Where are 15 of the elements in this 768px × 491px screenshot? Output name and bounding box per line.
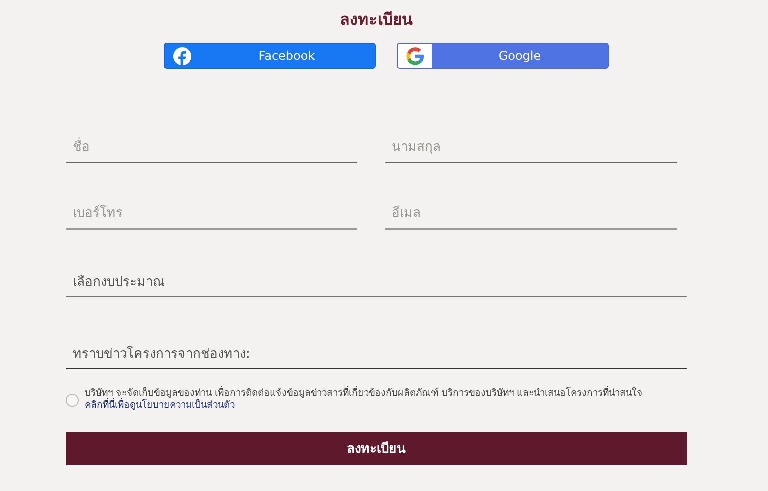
google-button[interactable]: Google [397,43,609,69]
input-field[interactable]: ชื่อ [66,132,357,163]
register-button[interactable]: ลงทะเบียน [66,432,687,465]
form-title: ลงทะเบียน [340,9,413,31]
facebook-icon [172,46,192,66]
privacy-link[interactable]: คลิกที่นี่เพื่อดูนโยบายความเป็นส่วนตัว [85,400,235,411]
input-field[interactable]: เบอร์โทร [66,199,357,230]
facebook-button[interactable]: Facebook [164,43,376,69]
checkbox[interactable] [66,394,79,406]
select-field[interactable]: ทราบข่าวโครงการจากช่องทาง: [66,338,687,369]
select-field[interactable]: เลือกงบประมาณ [66,266,687,297]
consent-text: บริษัทฯ จะจัดเก็บข้อมูลของท่าน เพื่อการติดต่อแจ้งข้อมูลข่าวสารที่เกี่ยวข้องกับผลิตภัณฑ์ บริการของบริษัทฯ และนำเสนอโครงการที่น่าสนใจ คลิกที่นี่เพื่อดูนโยบายความเป็นส่วนตัว [85,388,644,412]
input-field[interactable]: นามสกุล [385,132,677,163]
google-icon [406,46,424,66]
input-field[interactable]: อีเมล [385,199,677,230]
